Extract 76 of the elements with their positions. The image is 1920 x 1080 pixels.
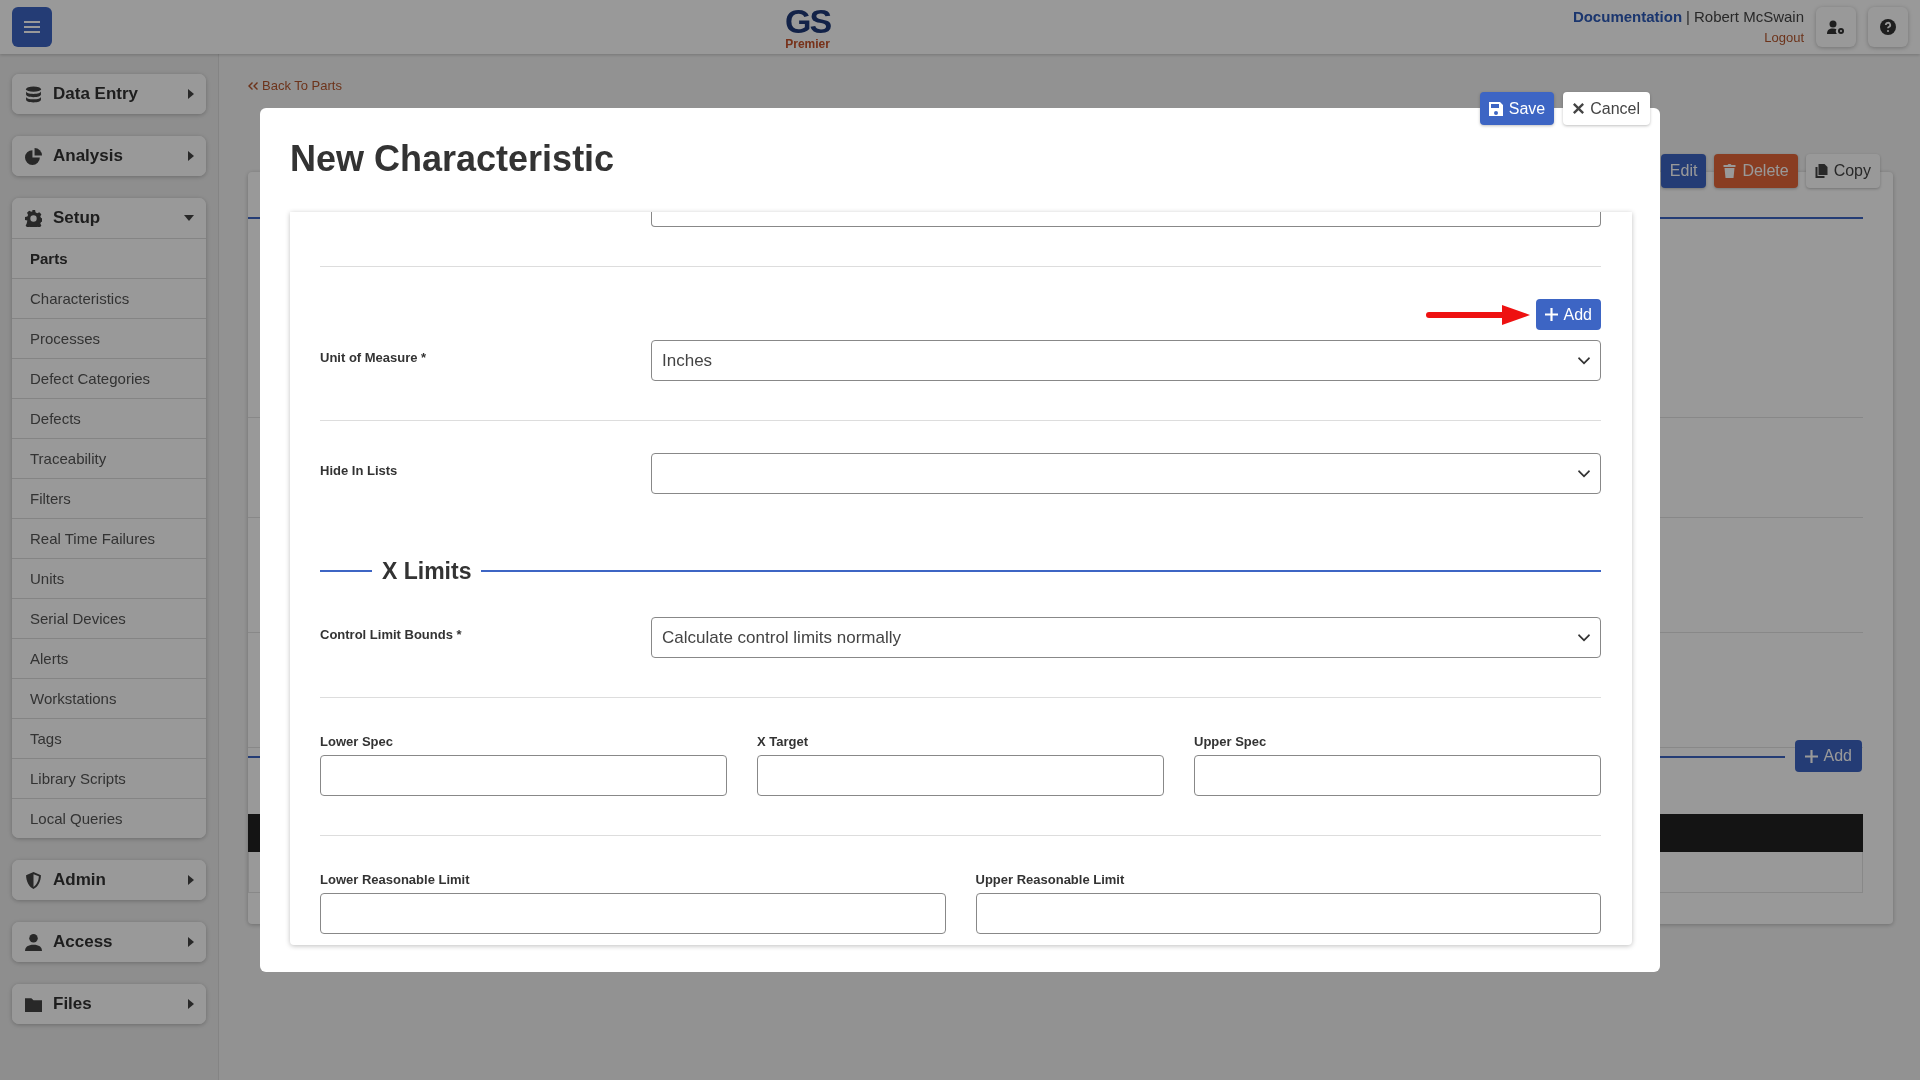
documentation-link[interactable]: Documentation bbox=[1572, 8, 1683, 26]
delete-button[interactable]: Delete bbox=[1714, 154, 1798, 188]
chevron-down-icon bbox=[1578, 356, 1590, 365]
chevron-down-icon bbox=[1578, 469, 1590, 478]
close-icon bbox=[1573, 103, 1585, 114]
text-field[interactable] bbox=[757, 755, 1164, 796]
text-field[interactable] bbox=[975, 893, 1601, 934]
sidebar-item[interactable]: Traceability bbox=[12, 438, 206, 478]
database-icon bbox=[25, 85, 42, 103]
sidebar-section-header[interactable]: Files bbox=[12, 984, 206, 1024]
field-label: Upper Reasonable Limit bbox=[975, 872, 1126, 887]
text-field[interactable] bbox=[320, 893, 946, 934]
logout-link[interactable]: Logout bbox=[1764, 29, 1804, 45]
logo-subtitle: Premier bbox=[785, 38, 831, 50]
folder-icon bbox=[25, 995, 42, 1013]
help-icon bbox=[1880, 19, 1896, 35]
field-label: Control Limit Bounds * bbox=[320, 626, 463, 644]
sidebar-section-header[interactable]: Data Entry bbox=[12, 74, 206, 114]
add-button[interactable]: Add bbox=[1535, 299, 1601, 330]
sidebar-item[interactable]: Defects bbox=[12, 398, 206, 438]
help-button[interactable] bbox=[1868, 7, 1908, 47]
shield-icon bbox=[25, 871, 42, 889]
field-label: Unit of Measure * bbox=[320, 349, 428, 367]
sidebar-item[interactable]: Alerts bbox=[12, 638, 206, 678]
logo-mark: GS bbox=[785, 4, 831, 38]
back-link[interactable]: Back To Parts bbox=[248, 78, 1920, 93]
text-field[interactable] bbox=[651, 212, 1601, 227]
gear-icon bbox=[25, 209, 42, 227]
field-label: Upper Spec bbox=[1194, 734, 1268, 749]
separator: | bbox=[1686, 8, 1690, 26]
text-field[interactable] bbox=[320, 755, 727, 796]
menu-icon bbox=[24, 20, 40, 34]
select-field[interactable]: Calculate control limits normally bbox=[651, 617, 1601, 658]
edit-button[interactable]: Edit bbox=[1660, 154, 1707, 188]
cancel-button[interactable]: Cancel bbox=[1563, 92, 1650, 125]
sidebar-item[interactable]: Defect Categories bbox=[12, 358, 206, 398]
field-label: Lower Spec bbox=[320, 734, 394, 749]
field-label: Hide In Lists bbox=[320, 462, 399, 480]
plus-icon bbox=[1544, 308, 1558, 321]
pointer-arrow-icon bbox=[1425, 304, 1530, 325]
sidebar-item[interactable]: Characteristics bbox=[12, 278, 206, 318]
sidebar-item[interactable]: Workstations bbox=[12, 678, 206, 718]
user-settings-button[interactable] bbox=[1816, 7, 1856, 47]
menu-button[interactable] bbox=[12, 7, 52, 47]
pie-chart-icon bbox=[25, 147, 42, 165]
sidebar-item[interactable]: Local Queries bbox=[12, 798, 206, 838]
modal-title: New Characteristic bbox=[290, 137, 615, 181]
sidebar-item[interactable]: Serial Devices bbox=[12, 598, 206, 638]
copy-icon bbox=[1814, 164, 1828, 178]
sidebar-item[interactable]: Filters bbox=[12, 478, 206, 518]
sidebar-section-header[interactable]: Setup bbox=[12, 198, 206, 238]
select-field[interactable] bbox=[651, 453, 1601, 494]
double-chevron-left-icon bbox=[248, 81, 258, 90]
user-gear-icon bbox=[1827, 20, 1845, 34]
section-heading: X Limits bbox=[382, 557, 472, 585]
sidebar-item[interactable]: Parts bbox=[12, 238, 206, 278]
sidebar-item[interactable]: Library Scripts bbox=[12, 758, 206, 798]
sidebar-item[interactable]: Tags bbox=[12, 718, 206, 758]
sidebar-item[interactable]: Units bbox=[12, 558, 206, 598]
sidebar-section-header[interactable]: Analysis bbox=[12, 136, 206, 176]
field-label: Lower Reasonable Limit bbox=[320, 872, 471, 887]
sidebar-section-header[interactable]: Access bbox=[12, 922, 206, 962]
user-icon bbox=[25, 933, 42, 951]
add-button[interactable]: Add bbox=[1794, 740, 1862, 772]
trash-icon bbox=[1723, 164, 1737, 178]
copy-button[interactable]: Copy bbox=[1805, 154, 1880, 188]
plus-icon bbox=[1804, 749, 1818, 763]
chevron-down-icon bbox=[1578, 633, 1590, 642]
save-button[interactable]: Save bbox=[1479, 92, 1555, 125]
sidebar-item[interactable]: Processes bbox=[12, 318, 206, 358]
field-label: X Target bbox=[757, 734, 810, 749]
select-field[interactable]: Inches bbox=[651, 340, 1601, 381]
text-field[interactable] bbox=[1194, 755, 1601, 796]
sidebar-item[interactable]: Real Time Failures bbox=[12, 518, 206, 558]
user-name: Robert McSwain bbox=[1693, 8, 1804, 26]
sidebar-section-header[interactable]: Admin bbox=[12, 860, 206, 900]
